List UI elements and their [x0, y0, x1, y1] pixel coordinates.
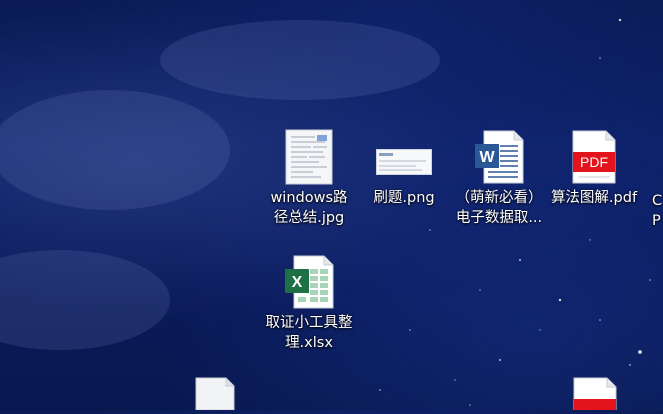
- desktop-icon-algorithm-pdf[interactable]: PDF 算法图解.pdf: [546, 126, 642, 208]
- word-letter: W: [479, 149, 495, 166]
- pdf-icon: PDF: [546, 126, 642, 188]
- desktop-icon-shuati-png[interactable]: 刷题.png: [356, 126, 452, 208]
- image-thumbnail-icon: [356, 126, 452, 188]
- partial-pdf-icon[interactable]: [573, 377, 617, 414]
- pdf-text: PDF: [580, 154, 608, 170]
- desktop-icon-windows-path-jpg[interactable]: windows路 径总结.jpg: [261, 126, 357, 228]
- desktop-icon-label: 取证小工具整 理.xlsx: [265, 315, 353, 351]
- desktop-icon-label: 刷题.png: [373, 190, 435, 206]
- excel-spreadsheet-icon: X: [261, 251, 357, 313]
- excel-letter: X: [292, 274, 303, 291]
- desktop-icon-mengxin-docx[interactable]: W （萌新必看） 电子数据取...: [451, 126, 547, 228]
- desktop-icon-label: （萌新必看） 电子数据取...: [455, 190, 543, 226]
- desktop-icon-label: 算法图解.pdf: [550, 190, 638, 206]
- desktop-icon-label: windows路 径总结.jpg: [270, 190, 348, 226]
- image-thumbnail-icon: [261, 126, 357, 188]
- desktop-icon-tools-xlsx[interactable]: X 取证小工具整 理.xlsx: [261, 251, 357, 353]
- partial-blank-file-icon[interactable]: [195, 377, 235, 414]
- word-document-icon: W: [451, 126, 547, 188]
- partial-desktop-icon-label[interactable]: C P: [652, 191, 662, 231]
